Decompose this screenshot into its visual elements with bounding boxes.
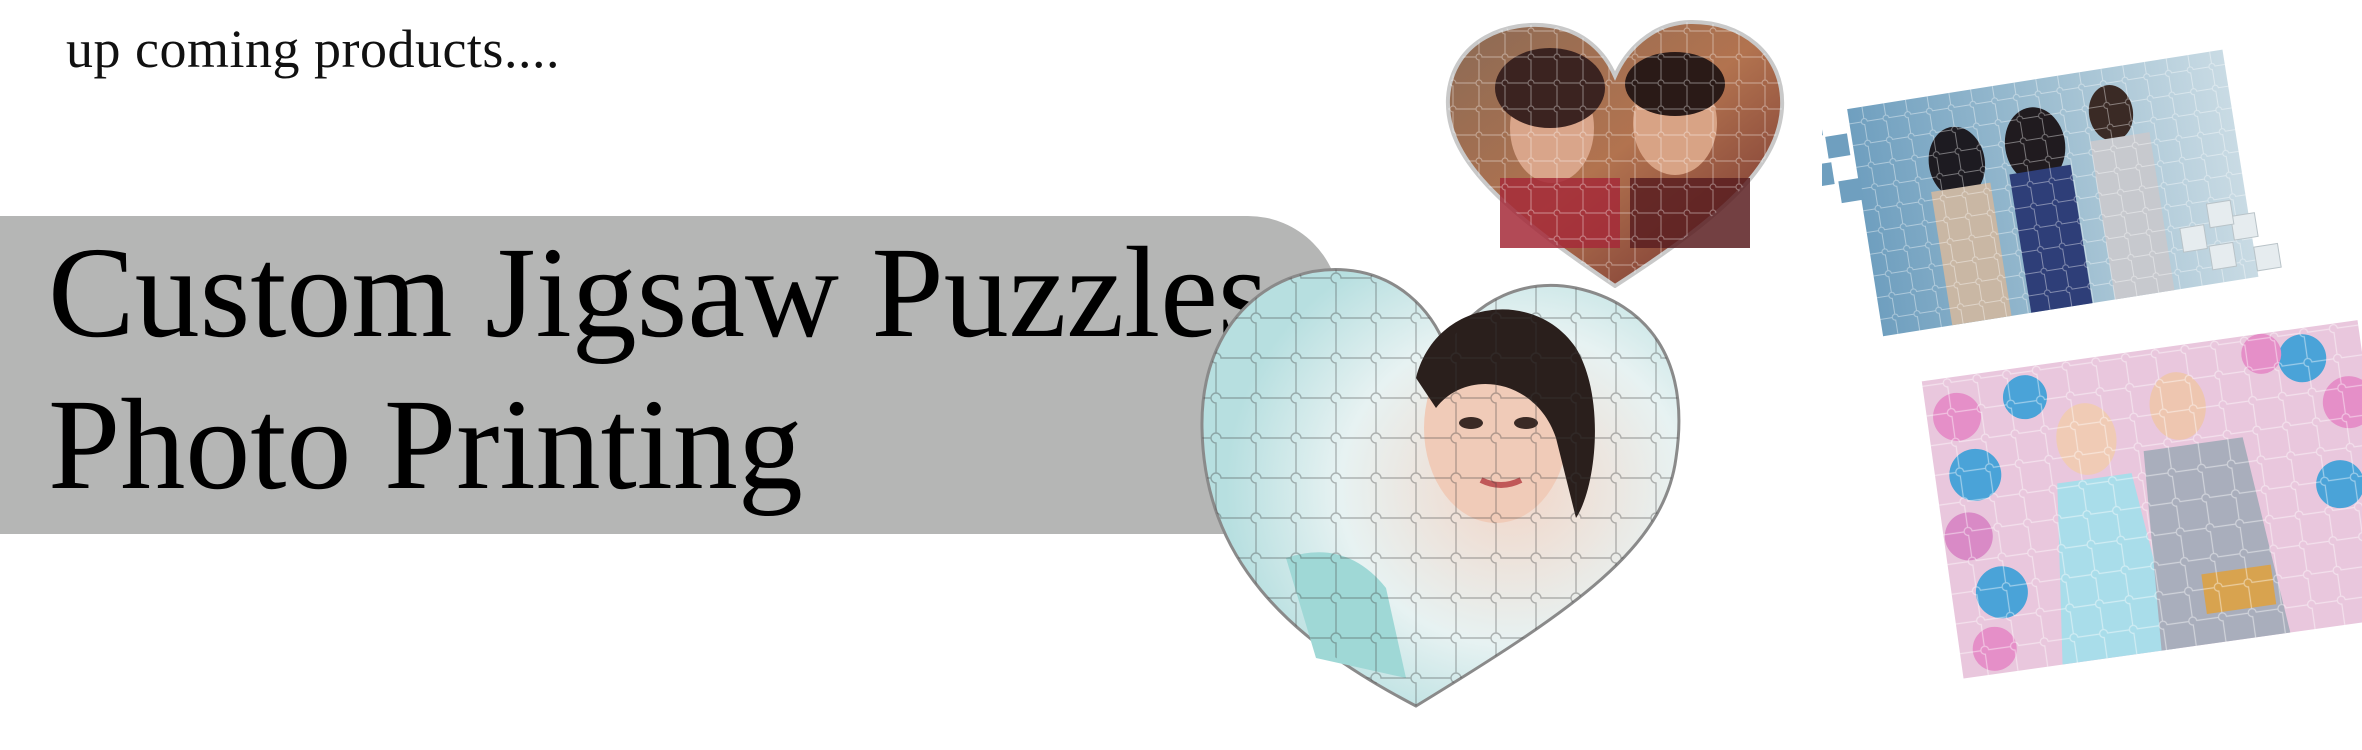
rectangle-puzzle-balloons-image bbox=[1921, 320, 2362, 679]
headline-line-1: Custom Jigsaw Puzzles bbox=[48, 221, 1269, 365]
kicker-text: up coming products.... bbox=[66, 19, 560, 79]
headline-line-2: Photo Printing bbox=[48, 373, 803, 517]
heart-puzzle-couple-image bbox=[1445, 19, 1785, 288]
heart-puzzle-portrait-image bbox=[1200, 268, 1681, 708]
rectangle-puzzle-group-image bbox=[1822, 49, 2282, 337]
